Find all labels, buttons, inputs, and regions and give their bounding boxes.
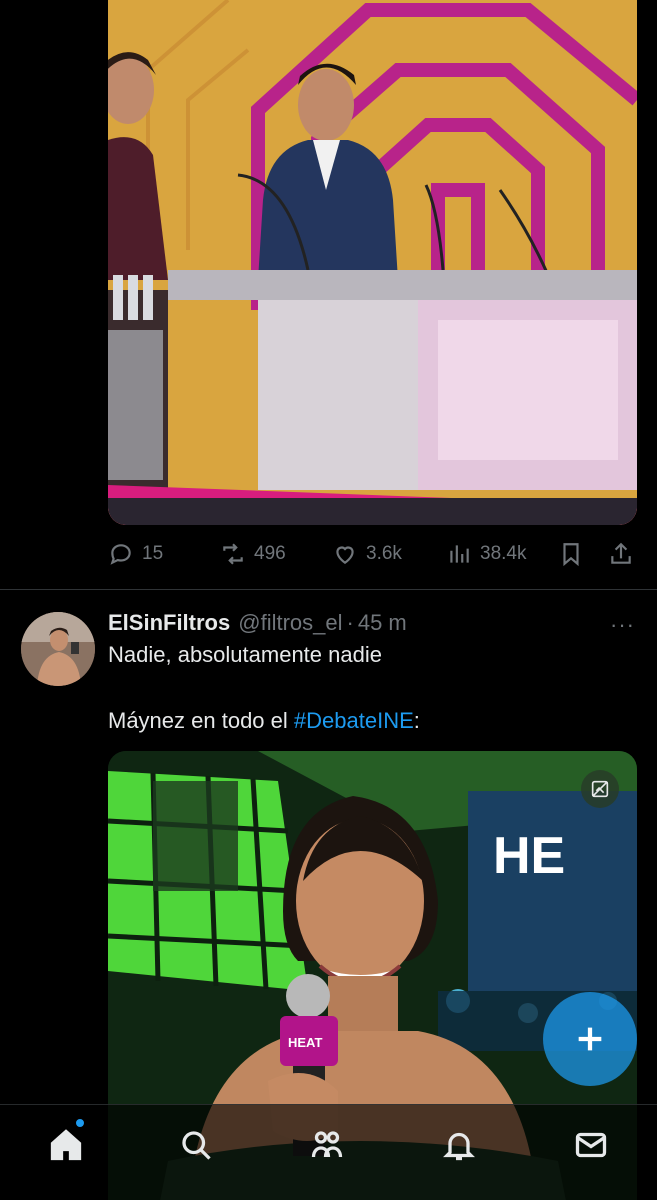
nav-home[interactable] (46, 1125, 86, 1165)
like-count: 3.6k (366, 543, 402, 564)
bottom-nav (0, 1104, 657, 1200)
tweet-header: ElSinFiltros @filtros_el · 45 m (108, 608, 407, 638)
messages-icon (575, 1132, 607, 1158)
views-count: 38.4k (480, 543, 527, 564)
display-name[interactable]: ElSinFiltros (108, 610, 230, 636)
tweet-text-prefix: Máynez en todo el (108, 708, 294, 733)
reply-count: 15 (142, 543, 164, 564)
avatar[interactable] (21, 612, 95, 686)
nav-search[interactable] (176, 1125, 216, 1165)
compose-button[interactable] (543, 992, 637, 1086)
separator-dot: · (346, 610, 354, 635)
tweet-media-image[interactable] (108, 0, 637, 525)
tweet-text-line1: Nadie, absolutamente nadie (108, 642, 382, 667)
heart-icon (336, 546, 354, 564)
communities-icon (311, 1131, 343, 1158)
mic-flag-label: HEAT (288, 1035, 322, 1050)
unread-indicator-dot (75, 1118, 85, 1128)
tweet-text-suffix: : (413, 708, 420, 733)
retweet-button[interactable]: 496 (220, 538, 286, 570)
retweet-count: 496 (254, 543, 286, 564)
image-off-icon (591, 780, 609, 798)
reply-icon (110, 544, 131, 565)
hashtag-link[interactable]: #DebateINE (294, 708, 414, 733)
nav-messages[interactable] (571, 1125, 611, 1165)
share-icon (611, 542, 631, 564)
user-handle[interactable]: @filtros_el (238, 610, 342, 636)
tweet-timestamp[interactable]: 45 m (358, 610, 407, 636)
bookmark-button[interactable] (558, 538, 584, 570)
nav-notifications[interactable] (439, 1125, 479, 1165)
views-button[interactable]: 38.4k (446, 538, 526, 570)
search-icon (182, 1131, 211, 1160)
notifications-icon (443, 1132, 475, 1161)
more-options-icon[interactable]: ··· (610, 612, 635, 638)
home-icon (50, 1129, 82, 1161)
tweet-action-bar: 15 496 3.6k 38.4k (108, 538, 637, 570)
retweet-icon (223, 543, 243, 565)
views-icon (450, 545, 469, 563)
share-button[interactable] (608, 538, 634, 570)
nav-communities[interactable] (307, 1125, 347, 1165)
like-button[interactable]: 3.6k (332, 538, 402, 570)
reply-button[interactable]: 15 (108, 538, 163, 570)
content-warning-badge[interactable] (581, 770, 619, 808)
tweet-text-line2: Máynez en todo el #DebateINE: (108, 708, 420, 734)
tweet-divider (0, 589, 657, 590)
bookmark-icon (563, 543, 579, 567)
media-overlay-text: HE (493, 827, 565, 885)
plus-icon (578, 1027, 602, 1051)
